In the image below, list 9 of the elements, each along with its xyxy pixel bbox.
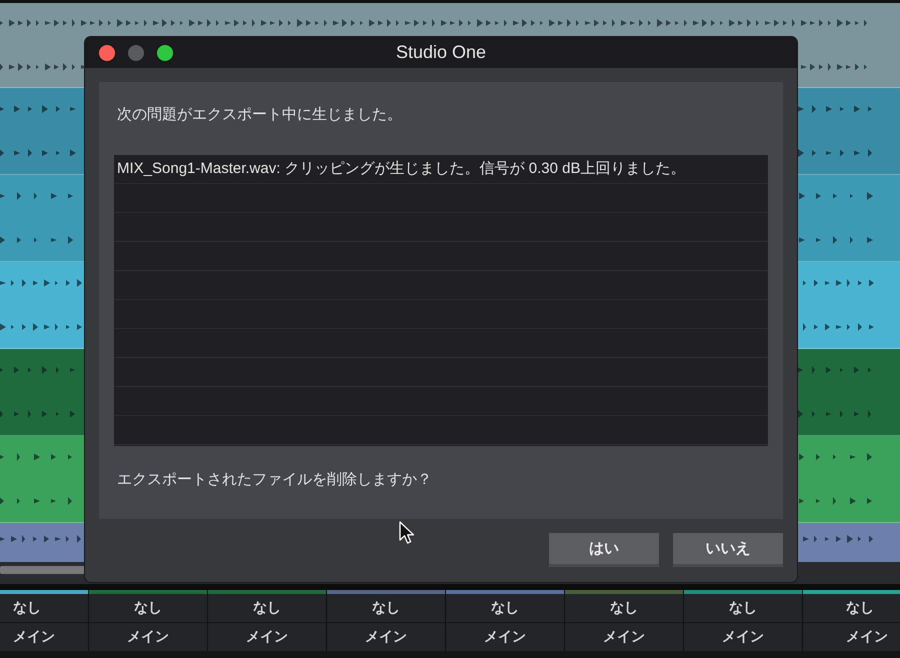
mouse-pointer-icon [399,521,415,545]
close-button[interactable] [99,44,115,60]
zoom-button[interactable] [157,44,173,60]
dialog-button[interactable]: いいえ [673,533,783,567]
window-title: Studio One [396,42,486,63]
issue-row: MIX_Song1-Master.wav: クリッピングが生じました。信号が 0.30 dB上回りました。 [114,155,768,184]
message-text: 次の問題がエクスポート中に生じました。 [117,105,403,125]
question-text: エクスポートされたファイルを削除しますか？ [117,470,433,490]
dialog-button[interactable]: はい [549,533,659,567]
